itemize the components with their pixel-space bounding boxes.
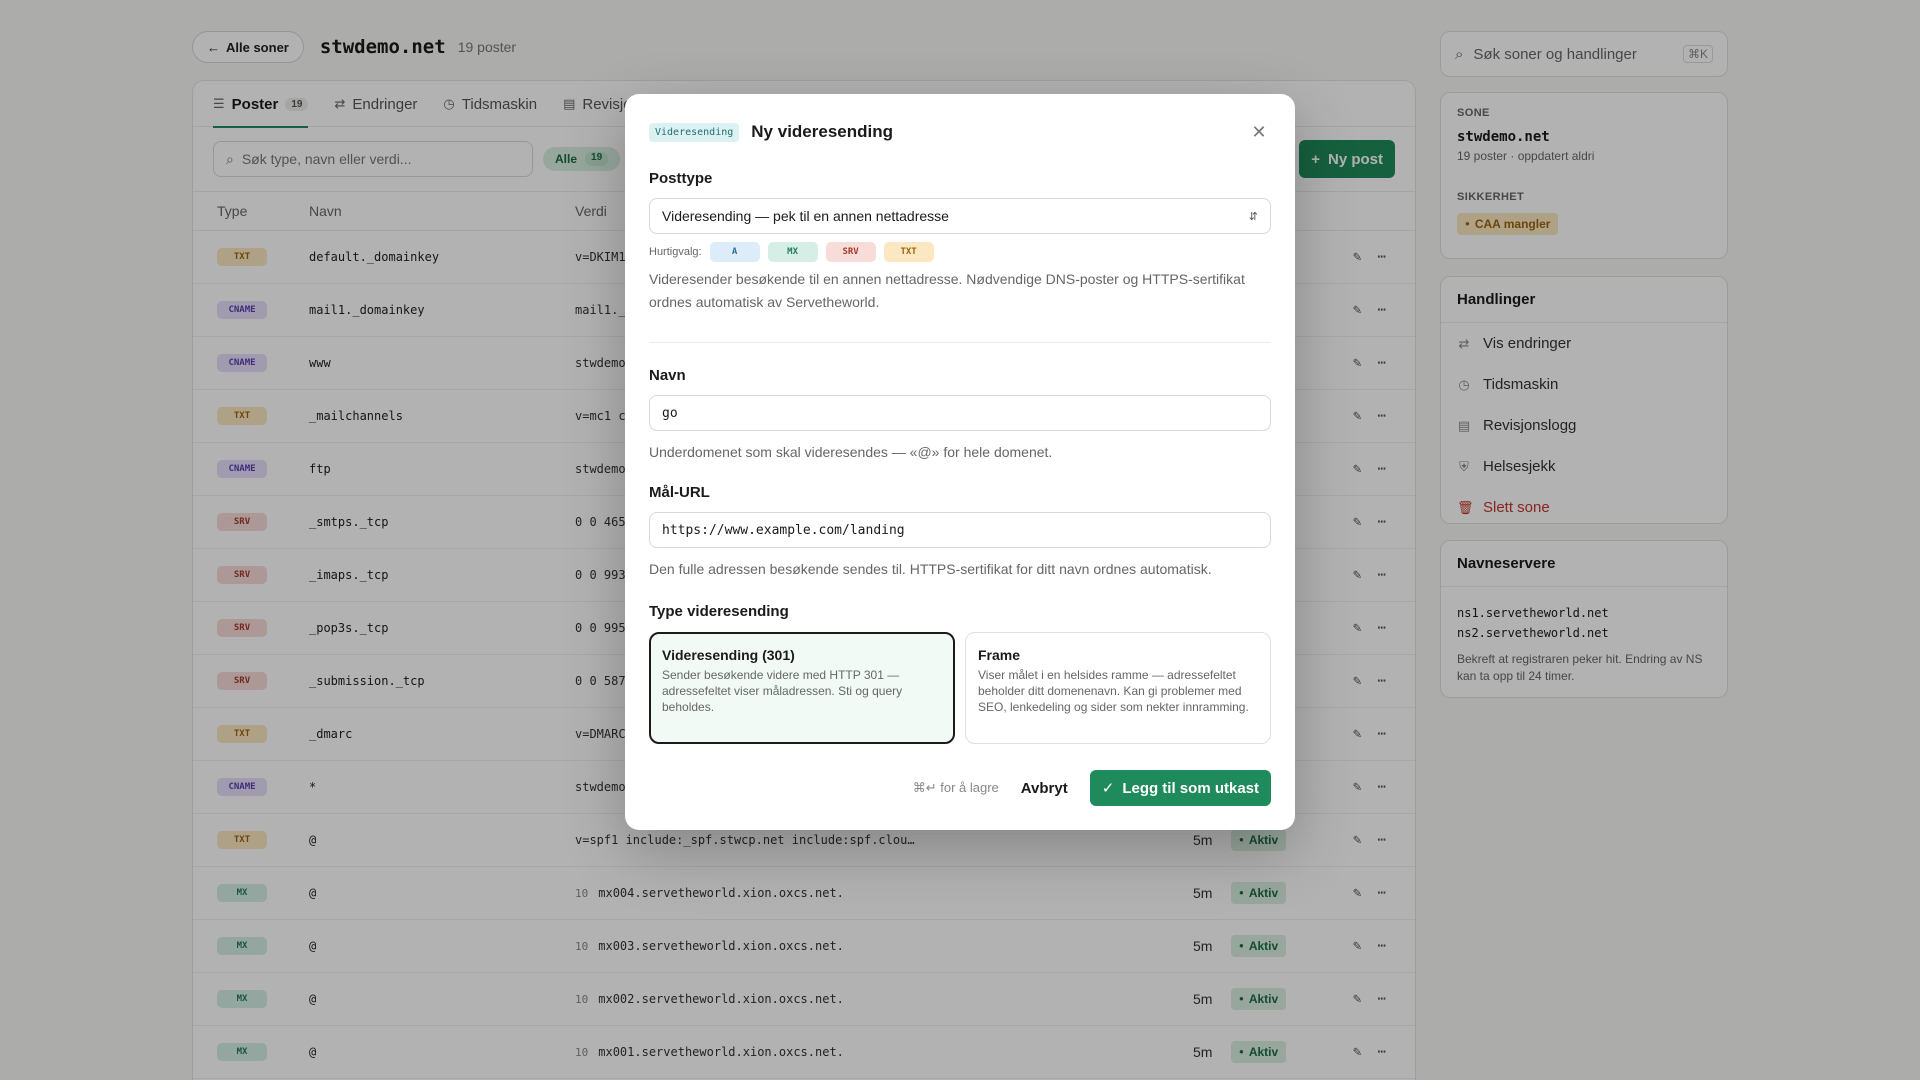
save-shortcut-hint: ⌘↵ for å lagre [912,780,999,795]
check-icon: ✓ [1101,780,1115,797]
posttype-label: Posttype [649,170,713,187]
redirect-type-options: Videresending (301) Sender besøkende vid… [649,632,1271,744]
name-help: Underdomenet som skal videresendes — «@»… [649,444,1053,460]
name-input[interactable]: go [649,395,1271,431]
quick-pick-row: Hurtigvalg: A MX SRV TXT [649,242,1271,262]
dialog-title: Ny videresending [751,122,893,141]
chevron-up-down-icon: ⇵ [1248,210,1258,223]
posttype-help: Videresender besøkende til en annen nett… [649,271,1245,310]
new-redirect-dialog: Videresending Ny videresending ✕ Posttyp… [625,94,1295,830]
cancel-button[interactable]: Avbryt [1021,780,1068,797]
frame-option[interactable]: Frame Viser målet i en helsides ramme — … [965,632,1271,744]
target-url-input[interactable]: https://www.example.com/landing [649,512,1271,548]
redirect-type-label: Type videresending [649,603,789,620]
dialog-footer: ⌘↵ for å lagre Avbryt ✓ Legg til som utk… [913,770,1271,806]
quick-pick-txt[interactable]: TXT [883,242,934,262]
target-url-label: Mål-URL [649,484,710,501]
quick-pick-mx[interactable]: MX [767,242,818,262]
record-type-tag: Videresending [649,122,740,142]
name-label: Navn [649,367,686,384]
redirect-301-option[interactable]: Videresending (301) Sender besøkende vid… [649,632,955,744]
dialog-header: Videresending Ny videresending ✕ [649,94,1271,170]
add-as-draft-button[interactable]: ✓ Legg til som utkast [1089,770,1271,806]
posttype-select[interactable]: Videresending — pek til en annen nettadr… [649,198,1271,234]
divider [649,342,1271,343]
quick-pick-srv[interactable]: SRV [825,242,876,262]
quick-pick-a[interactable]: A [709,242,760,262]
close-icon[interactable]: ✕ [1247,122,1271,143]
target-url-help: Den fulle adressen besøkende sendes til.… [649,561,1212,577]
